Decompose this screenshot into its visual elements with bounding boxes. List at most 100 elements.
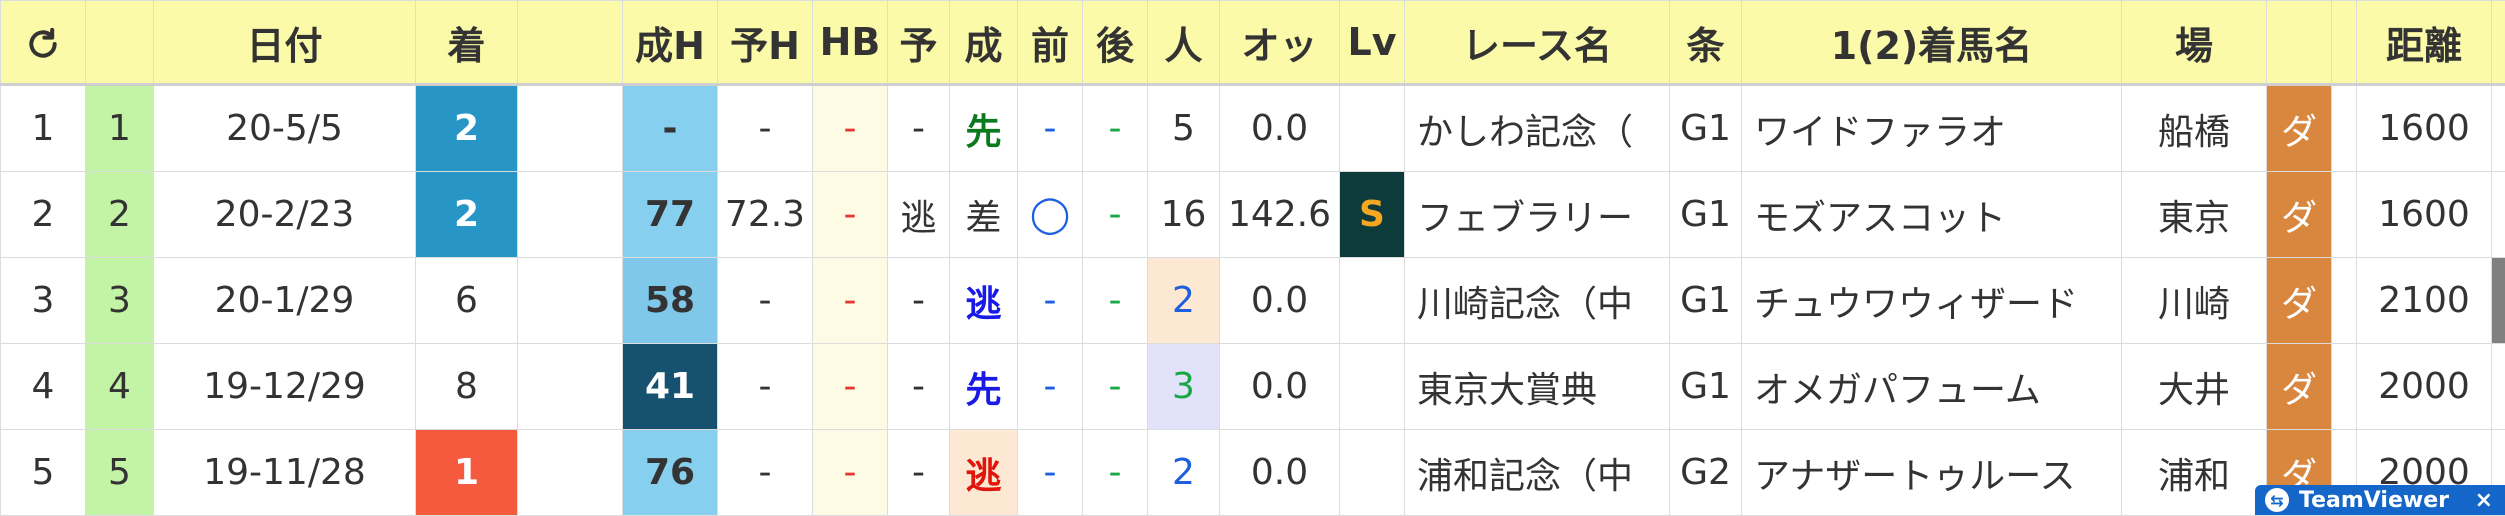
finish-position: 8 bbox=[416, 344, 518, 430]
col-header-yoH[interactable]: 予H bbox=[718, 1, 813, 85]
distance: 2000 bbox=[2357, 344, 2492, 430]
col-header-ba[interactable]: 場 bbox=[2122, 1, 2267, 85]
row-index: 2 bbox=[1, 172, 86, 258]
col-header-dirt[interactable] bbox=[2267, 1, 2332, 85]
table-row[interactable]: 4 4 19-12/29 8 41 - - - 先 - - 3 0.0 東京大賞… bbox=[1, 344, 2505, 430]
finish-position: 2 bbox=[416, 85, 518, 172]
yo-h: - bbox=[718, 430, 813, 516]
col-header-horse[interactable]: 1(2)着馬名 bbox=[1742, 1, 2122, 85]
race-name[interactable]: 川崎記念（中 bbox=[1405, 258, 1670, 344]
race-name[interactable]: 東京大賞典 bbox=[1405, 344, 1670, 430]
winner-horse-name[interactable]: アナザートゥルース bbox=[1742, 430, 2122, 516]
winner-horse-name[interactable]: モズアスコット bbox=[1742, 172, 2122, 258]
yo-style: - bbox=[888, 85, 950, 172]
col-header-nin[interactable]: 人 bbox=[1148, 1, 1220, 85]
race-date: 20-2/23 bbox=[154, 172, 416, 258]
level-badge: S bbox=[1340, 172, 1405, 258]
blank-cell bbox=[518, 430, 623, 516]
distance: 1600 bbox=[2357, 85, 2492, 172]
col-header-odds[interactable]: オッ bbox=[1220, 1, 1340, 85]
track-condition: 良 bbox=[2492, 85, 2505, 172]
sei-style: 逃 bbox=[950, 430, 1018, 516]
winner-horse-name[interactable]: ワイドファラオ bbox=[1742, 85, 2122, 172]
odds: 142.6 bbox=[1220, 172, 1340, 258]
yo-style: 逃 bbox=[888, 172, 950, 258]
sei-h: 41 bbox=[623, 344, 718, 430]
hb-value: - bbox=[813, 85, 888, 172]
yo-style: - bbox=[888, 430, 950, 516]
surface-dirt: ダ bbox=[2267, 85, 2332, 172]
mae-value: - bbox=[1018, 430, 1083, 516]
race-grade: G1 bbox=[1670, 344, 1742, 430]
popularity: 2 bbox=[1148, 430, 1220, 516]
odds: 0.0 bbox=[1220, 344, 1340, 430]
popularity: 3 bbox=[1148, 344, 1220, 430]
table-row[interactable]: 1 1 20-5/5 2 - - - - 先 - - 5 0.0 かしわ記念（ … bbox=[1, 85, 2505, 172]
hb-value: - bbox=[813, 344, 888, 430]
ato-value: - bbox=[1083, 172, 1148, 258]
col-header-baba[interactable] bbox=[2492, 1, 2505, 85]
sei-style: 逃 bbox=[950, 258, 1018, 344]
yo-h: - bbox=[718, 85, 813, 172]
teamviewer-panel[interactable]: ⇆ TeamViewer × bbox=[2255, 485, 2505, 515]
row-index: 4 bbox=[1, 344, 86, 430]
yo-h: - bbox=[718, 344, 813, 430]
distance: 1600 bbox=[2357, 172, 2492, 258]
race-results-table: 日付 着 成H 予H HB 予 成 前 後 人 オッ Lv レース名 条 1(2… bbox=[0, 0, 2505, 516]
reload-button[interactable] bbox=[1, 1, 86, 85]
table-row[interactable]: 5 5 19-11/28 1 76 - - - 逃 - - 2 0.0 浦和記念… bbox=[1, 430, 2505, 516]
race-name[interactable]: かしわ記念（ bbox=[1405, 85, 1670, 172]
col-header-hb[interactable]: HB bbox=[813, 1, 888, 85]
col-header-yo[interactable]: 予 bbox=[888, 1, 950, 85]
race-name[interactable]: フェブラリー bbox=[1405, 172, 1670, 258]
row-number: 1 bbox=[86, 85, 154, 172]
track-condition: 不 bbox=[2492, 258, 2505, 344]
finish-position: 6 bbox=[416, 258, 518, 344]
col-header[interactable] bbox=[86, 1, 154, 85]
race-name[interactable]: 浦和記念（中 bbox=[1405, 430, 1670, 516]
col-header-date[interactable]: 日付 bbox=[154, 1, 416, 85]
race-grade: G1 bbox=[1670, 172, 1742, 258]
table-row[interactable]: 3 3 20-1/29 6 58 - - - 逃 - - 2 0.0 川崎記念（… bbox=[1, 258, 2505, 344]
col-header-blank[interactable] bbox=[518, 1, 623, 85]
teamviewer-icon: ⇆ bbox=[2265, 488, 2289, 512]
col-header-seiH[interactable]: 成H bbox=[623, 1, 718, 85]
table-row[interactable]: 2 2 20-2/23 2 77 72.3 - 逃 差 ◯ - 16 142.6… bbox=[1, 172, 2505, 258]
blank-cell bbox=[518, 344, 623, 430]
racecourse: 大井 bbox=[2122, 344, 2267, 430]
col-header-ato[interactable]: 後 bbox=[1083, 1, 1148, 85]
odds: 0.0 bbox=[1220, 258, 1340, 344]
col-header-dist[interactable]: 距離 bbox=[2357, 1, 2492, 85]
level bbox=[1340, 430, 1405, 516]
racecourse: 川崎 bbox=[2122, 258, 2267, 344]
racecourse: 浦和 bbox=[2122, 430, 2267, 516]
racecourse: 船橋 bbox=[2122, 85, 2267, 172]
teamviewer-label: TeamViewer bbox=[2299, 488, 2449, 513]
row-number: 5 bbox=[86, 430, 154, 516]
sei-style: 差 bbox=[950, 172, 1018, 258]
winner-horse-name[interactable]: チュウワウィザード bbox=[1742, 258, 2122, 344]
ato-value: - bbox=[1083, 258, 1148, 344]
teamviewer-close-button[interactable]: × bbox=[2475, 488, 2493, 513]
row-number: 3 bbox=[86, 258, 154, 344]
col-header-race[interactable]: レース名 bbox=[1405, 1, 1670, 85]
surface-dirt: ダ bbox=[2267, 344, 2332, 430]
col-header-jou[interactable]: 条 bbox=[1670, 1, 1742, 85]
col-header-chaku[interactable]: 着 bbox=[416, 1, 518, 85]
yo-h: - bbox=[718, 258, 813, 344]
mae-value: - bbox=[1018, 85, 1083, 172]
ato-value: - bbox=[1083, 85, 1148, 172]
winner-horse-name[interactable]: オメガパフューム bbox=[1742, 344, 2122, 430]
hb-value: - bbox=[813, 258, 888, 344]
ato-value: - bbox=[1083, 430, 1148, 516]
col-header-e[interactable] bbox=[2332, 1, 2357, 85]
col-header-sei[interactable]: 成 bbox=[950, 1, 1018, 85]
col-header-lv[interactable]: Lv bbox=[1340, 1, 1405, 85]
track-condition: 稍 bbox=[2492, 344, 2505, 430]
racecourse: 東京 bbox=[2122, 172, 2267, 258]
odds: 0.0 bbox=[1220, 85, 1340, 172]
mae-value: - bbox=[1018, 344, 1083, 430]
race-grade: G1 bbox=[1670, 258, 1742, 344]
race-grade: G1 bbox=[1670, 85, 1742, 172]
col-header-mae[interactable]: 前 bbox=[1018, 1, 1083, 85]
